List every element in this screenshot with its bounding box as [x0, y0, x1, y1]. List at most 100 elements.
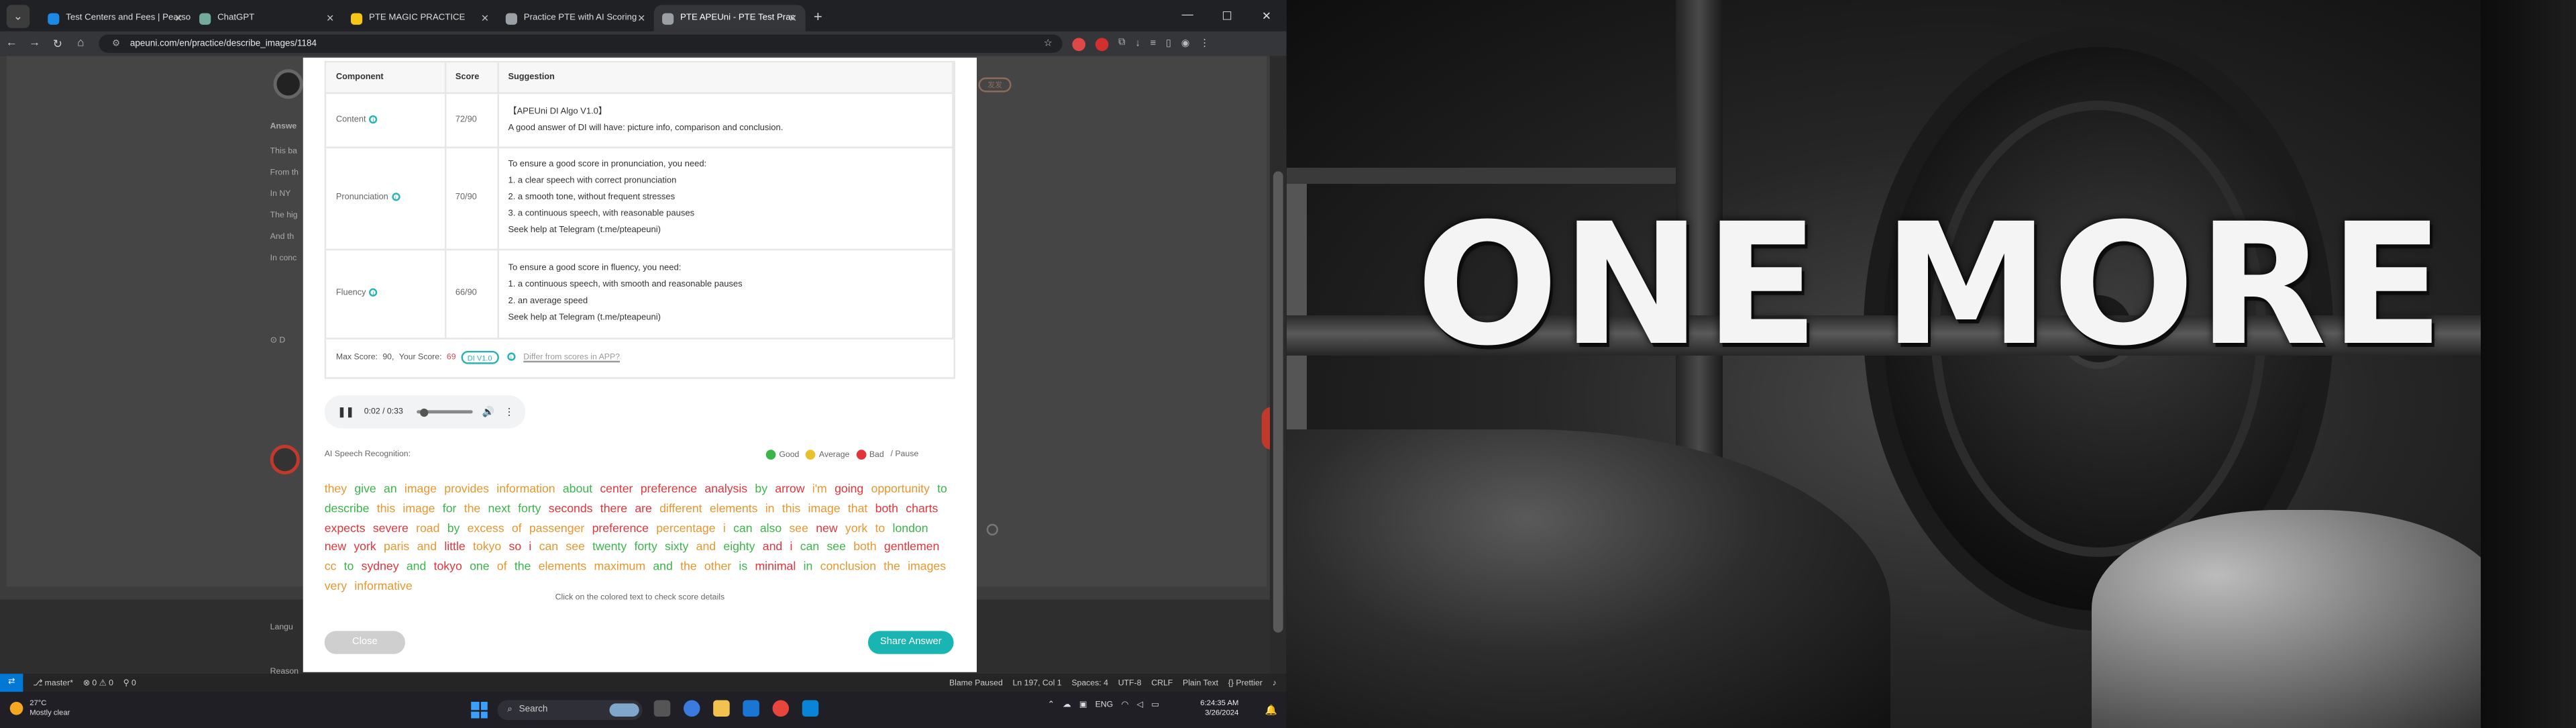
transcript-word[interactable]: and	[653, 559, 672, 574]
transcript-word[interactable]: they	[325, 481, 347, 496]
transcript-word[interactable]: sixty	[665, 539, 688, 554]
differ-scores-link[interactable]: Differ from scores in APP?	[523, 352, 620, 362]
transcript-word[interactable]: paris	[384, 539, 409, 554]
pause-icon[interactable]: ❚❚	[337, 406, 354, 418]
blame-status[interactable]: Blame Paused	[949, 678, 1003, 688]
transcript-word[interactable]: percentage	[656, 520, 715, 535]
transcript-word[interactable]: the	[464, 501, 481, 515]
transcript-word[interactable]: informative	[354, 578, 412, 593]
transcript-word[interactable]: new	[325, 539, 346, 554]
share-answer-button[interactable]: Share Answer	[867, 631, 954, 654]
transcript-word[interactable]: of	[512, 520, 522, 535]
chrome-icon[interactable]	[772, 700, 790, 717]
transcript-word[interactable]: conclusion	[820, 559, 876, 574]
transcript-word[interactable]: different	[659, 501, 702, 515]
maximize-icon[interactable]: ☐	[1208, 9, 1247, 22]
transcript-word[interactable]: forty	[518, 501, 541, 515]
transcript-word[interactable]: other	[704, 559, 731, 574]
notification-icon[interactable]: 🔔	[1265, 705, 1277, 717]
more-options-icon[interactable]: ⋮	[504, 406, 515, 418]
page-settings-icon[interactable]	[986, 523, 998, 535]
transcript-word[interactable]: excess	[468, 520, 504, 535]
transcript-word[interactable]: analysis	[704, 481, 747, 496]
info-icon[interactable]: i	[369, 114, 378, 123]
transcript-word[interactable]: minimal	[755, 559, 796, 574]
task-view-icon[interactable]	[653, 700, 671, 717]
transcript-word[interactable]: to	[937, 481, 947, 496]
transcript-word[interactable]: give	[354, 481, 376, 496]
transcript-word[interactable]: sydney	[362, 559, 399, 574]
transcript-word[interactable]: to	[875, 520, 885, 535]
transcript-word[interactable]: i'm	[812, 481, 827, 496]
minimize-icon[interactable]: —	[1168, 10, 1208, 21]
home-icon[interactable]: ⌂	[69, 38, 92, 49]
branch-label[interactable]: ⎇ master*	[33, 678, 73, 688]
transcript-word[interactable]: both	[853, 539, 876, 554]
remote-icon[interactable]: ⇄	[0, 674, 23, 692]
transcript-word[interactable]: i	[790, 539, 793, 554]
transcript-word[interactable]: seconds	[549, 501, 593, 515]
profile-icon[interactable]: ◉	[1181, 38, 1190, 50]
tray-chevron-icon[interactable]: ⌃	[1048, 700, 1055, 711]
weather-widget[interactable]: 27°C Mostly clear	[9, 698, 70, 718]
transcript-word[interactable]: for	[443, 501, 457, 515]
transcript-word[interactable]: images	[908, 559, 946, 574]
transcript-word[interactable]: are	[635, 501, 652, 515]
reload-icon[interactable]: ↻	[46, 37, 69, 50]
transcript-word[interactable]: opportunity	[871, 481, 930, 496]
settings-app-icon[interactable]	[743, 700, 759, 717]
transcript-word[interactable]: and	[407, 559, 426, 574]
language-mode[interactable]: Plain Text	[1183, 678, 1218, 688]
start-icon[interactable]	[471, 701, 488, 719]
scrollbar-thumb[interactable]	[1273, 171, 1283, 633]
transcript-word[interactable]: there	[600, 501, 627, 515]
tab-close-icon[interactable]: ✕	[326, 12, 334, 24]
transcript-word[interactable]: this	[782, 501, 800, 515]
site-info-icon[interactable]: ⚙	[112, 39, 120, 49]
transcript-word[interactable]: tokyo	[434, 559, 462, 574]
transcript-word[interactable]: the	[680, 559, 697, 574]
transcript-word[interactable]: the	[515, 559, 531, 574]
transcript-word[interactable]: preference	[592, 520, 649, 535]
line-ending[interactable]: CRLF	[1151, 678, 1173, 688]
transcript-word[interactable]: york	[354, 539, 376, 554]
transcript-word[interactable]: and	[763, 539, 782, 554]
tab-close-icon[interactable]: ✕	[174, 12, 182, 24]
transcript-word[interactable]: expects	[325, 520, 366, 535]
vscode-icon[interactable]	[802, 700, 819, 717]
transcript-word[interactable]: new	[816, 520, 837, 535]
transcript-word[interactable]: in	[765, 501, 775, 515]
transcript-word[interactable]: the	[883, 559, 900, 574]
transcript-word[interactable]: one	[470, 559, 489, 574]
transcript-word[interactable]: see	[566, 539, 584, 554]
transcript-word[interactable]: image	[808, 501, 841, 515]
battery-icon[interactable]: ▭	[1151, 700, 1159, 711]
transcript-word[interactable]: and	[696, 539, 716, 554]
transcript-word[interactable]: road	[416, 520, 439, 535]
transcript-word[interactable]: information	[496, 481, 555, 496]
clock[interactable]: 6:24:35 AM 3/26/2024	[1193, 698, 1238, 718]
transcript-word[interactable]: to	[344, 559, 354, 574]
transcript-word[interactable]: can	[800, 539, 819, 554]
page-scrollbar[interactable]	[1270, 56, 1287, 674]
browser-tab[interactable]: Practice PTE with AI Scoring ✕	[498, 5, 654, 31]
transcript-word[interactable]: maximum	[594, 559, 645, 574]
transcript-word[interactable]: and	[417, 539, 437, 554]
transcript-word[interactable]: i	[723, 520, 726, 535]
transcript-word[interactable]: an	[384, 481, 397, 496]
transcript-word[interactable]: this	[377, 501, 395, 515]
info-icon[interactable]: i	[391, 193, 400, 201]
transcript-word[interactable]: severe	[373, 520, 409, 535]
close-button[interactable]: Close	[324, 631, 406, 654]
transcript-word[interactable]: see	[789, 520, 808, 535]
taskbar-search[interactable]: ⌕ Search	[497, 700, 643, 720]
transcript-word[interactable]: elements	[539, 559, 587, 574]
transcript-word[interactable]: twenty	[592, 539, 627, 554]
transcript-word[interactable]: image	[405, 481, 437, 496]
transcript-word[interactable]: forty	[634, 539, 657, 554]
prettier-status[interactable]: {} Prettier	[1228, 678, 1263, 688]
file-explorer-icon[interactable]	[713, 700, 730, 717]
transcript-word[interactable]: provides	[444, 481, 489, 496]
transcript-word[interactable]: can	[733, 520, 752, 535]
transcript-word[interactable]: charts	[906, 501, 938, 515]
